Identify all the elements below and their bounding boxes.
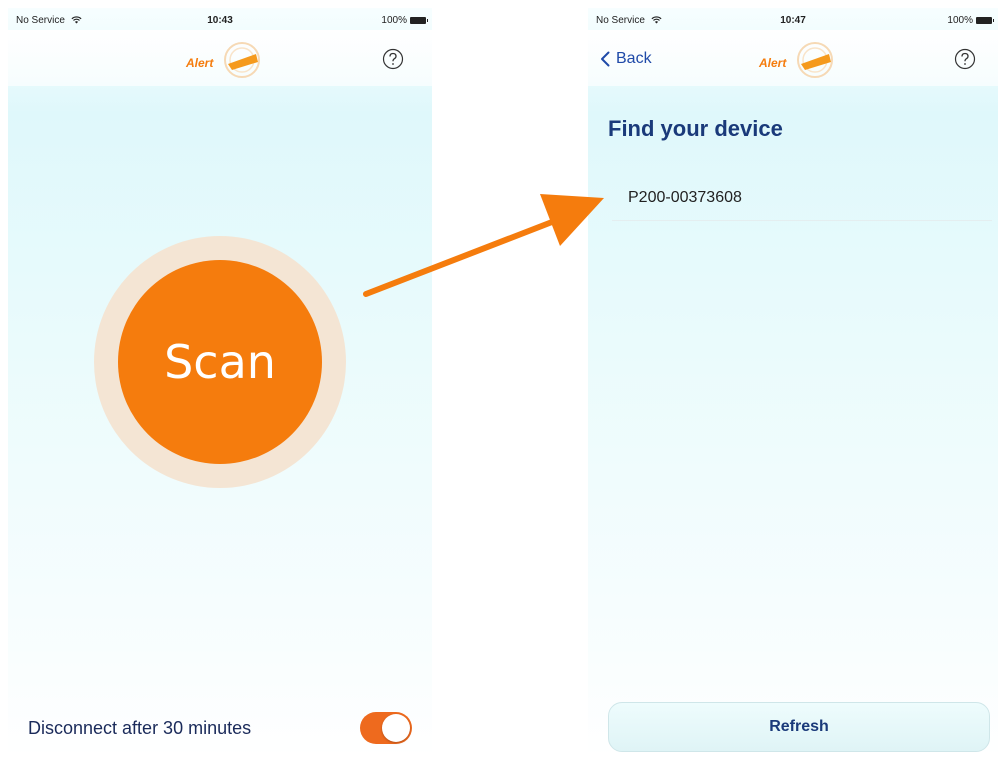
back-label: Back [616,50,652,67]
wifi-icon [71,16,82,24]
status-bar: No Service 10:47 100% [588,8,998,30]
carrier-label: No Service [16,15,82,26]
svg-text:Alert: Alert [758,56,787,70]
wifi-icon [651,16,662,24]
battery-icon [976,17,994,24]
scan-label: Scan [164,335,276,389]
nav-bar: Alert [8,30,432,86]
battery-indicator: 100% [381,15,428,26]
scan-screen: No Service 10:43 100% Alert Scan Disconn… [8,8,432,758]
battery-percent: 100% [381,15,407,26]
battery-percent: 100% [947,15,973,26]
clock: 10:47 [780,15,806,26]
clock: 10:43 [207,15,233,26]
device-name: P200-00373608 [628,189,742,206]
alert-logo: Alert [758,42,833,78]
disconnect-toggle[interactable] [360,712,412,744]
toggle-knob [382,714,410,742]
question-circle-icon[interactable] [382,48,404,70]
chevron-left-icon [601,51,610,67]
device-list-item[interactable]: P200-00373608 [612,176,992,221]
refresh-label: Refresh [769,718,829,735]
find-device-screen: No Service 10:47 100% Back Alert Find yo… [588,8,998,758]
back-button[interactable]: Back [600,48,652,70]
carrier-text: No Service [596,15,645,26]
disconnect-label: Disconnect after 30 minutes [28,718,252,738]
carrier-label: No Service [596,15,662,26]
refresh-button[interactable]: Refresh [608,702,990,752]
svg-text:Alert: Alert [185,56,214,70]
scan-button[interactable]: Scan [118,260,322,464]
status-bar: No Service 10:43 100% [8,8,432,30]
carrier-text: No Service [16,15,65,26]
page-title: Find your device [608,116,783,141]
battery-icon [410,17,428,24]
nav-bar: Back Alert [588,30,998,86]
battery-indicator: 100% [947,15,994,26]
question-circle-icon[interactable] [954,48,976,70]
alert-logo: Alert [185,42,260,78]
